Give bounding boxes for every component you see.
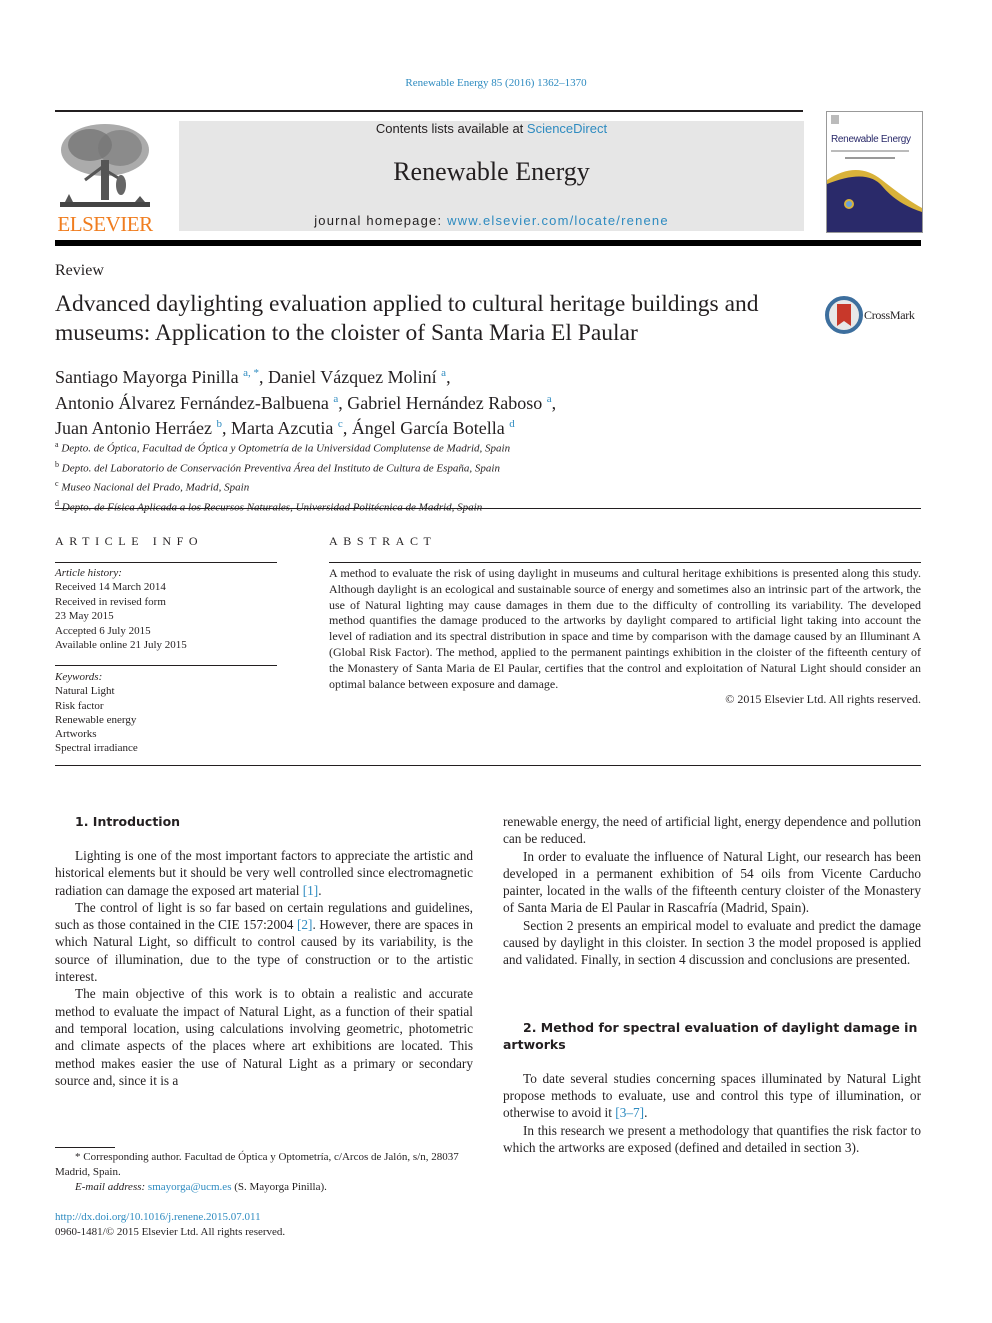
keywords-rule [55, 665, 277, 666]
keyword-item: Renewable energy [55, 713, 137, 726]
history-item: Accepted 6 July 2015 [55, 624, 151, 637]
abstract-rule [329, 562, 921, 563]
author[interactable]: Juan Antonio Herráez b [55, 418, 222, 438]
author-list: Santiago Mayorga Pinilla a, *, Daniel Vá… [55, 367, 557, 438]
journal-homepage: journal homepage: www.elsevier.com/locat… [179, 213, 804, 228]
article-info-rule [55, 562, 277, 563]
affiliation-item: c Museo Nacional del Prado, Madrid, Spai… [55, 479, 250, 494]
section-heading-introduction: 1. Introduction [75, 814, 181, 829]
section-divider [55, 508, 921, 509]
doi-block: http://dx.doi.org/10.1016/j.renene.2015.… [55, 1210, 475, 1240]
history-item: Received in revised form [55, 595, 166, 608]
doi-link[interactable]: http://dx.doi.org/10.1016/j.renene.2015.… [55, 1210, 475, 1225]
history-item: 23 May 2015 [55, 610, 114, 623]
keywords-list: Keywords: Natural Light Risk factor Rene… [55, 670, 277, 756]
author[interactable]: Daniel Vázquez Moliní a [268, 367, 446, 387]
affiliation-list: a Depto. de Óptica, Facultad de Óptica y… [55, 437, 755, 516]
history-label: Article history: [55, 567, 122, 579]
elsevier-wordmark: ELSEVIER [57, 212, 153, 236]
header-rule [55, 110, 803, 112]
article-type: Review [55, 262, 104, 279]
reference-link[interactable]: [2] [297, 917, 313, 932]
author[interactable]: Marta Azcutia c [231, 418, 343, 438]
email-note: E-mail address: smayorga@ucm.es (S. Mayo… [75, 1181, 327, 1193]
contents-prefix: Contents lists available at [375, 121, 527, 136]
crossmark-button[interactable]: CrossMark [825, 296, 925, 336]
abstract-body: A method to evaluate the risk of using d… [329, 566, 921, 708]
reference-link[interactable]: [1] [303, 883, 319, 898]
reference-link[interactable]: [3–7] [615, 1105, 644, 1120]
paragraph: To date several studies concerning space… [503, 1070, 921, 1121]
paragraph: In this research we present a methodolog… [503, 1122, 921, 1155]
history-item: Received 14 March 2014 [55, 581, 166, 594]
homepage-link[interactable]: www.elsevier.com/locate/renene [447, 213, 669, 228]
affiliation-marker[interactable]: d [509, 418, 515, 430]
footnote-rule [55, 1147, 115, 1148]
homepage-prefix: journal homepage: [314, 213, 448, 228]
journal-masthead: Contents lists available at ScienceDirec… [179, 121, 804, 231]
affiliation-item: a Depto. de Óptica, Facultad de Óptica y… [55, 440, 511, 455]
keyword-item: Artworks [55, 728, 97, 741]
affiliation-item: d Depto. de Física Aplicada a los Recurs… [55, 498, 483, 514]
author[interactable]: Gabriel Hernández Raboso a [347, 393, 551, 413]
author[interactable]: Antonio Álvarez Fernández-Balbuena a [55, 393, 338, 413]
front-matter-end-rule [55, 765, 921, 766]
corresponding-note: * Corresponding author. Facultad de Ópti… [55, 1151, 459, 1178]
abstract-heading: ABSTRACT [329, 534, 437, 548]
crossmark-icon [825, 296, 863, 334]
paragraph-continued: renewable energy, the need of artificial… [503, 814, 921, 847]
article-history: Article history: Received 14 March 2014 … [55, 566, 277, 652]
corresponding-author-footnote: * Corresponding author. Facultad de Ópti… [55, 1150, 475, 1195]
contents-line: Contents lists available at ScienceDirec… [179, 121, 804, 136]
crossmark-label: CrossMark [864, 308, 915, 322]
paragraph: The main objective of this work is to ob… [55, 986, 473, 1088]
cover-title: Renewable Energy [831, 134, 911, 145]
keyword-item: Spectral irradiance [55, 742, 138, 755]
paragraph: Lighting is one of the most important fa… [55, 848, 473, 898]
keyword-item: Risk factor [55, 699, 104, 712]
paragraph: The control of light is so far based on … [55, 899, 473, 985]
header-thick-rule [55, 240, 921, 246]
issn-copyright: 0960-1481/© 2015 Elsevier Ltd. All right… [55, 1226, 286, 1238]
body-column-right: renewable energy, the need of artificial… [503, 813, 921, 1156]
section-heading-method: 2. Method for spectral evaluation of day… [503, 1019, 918, 1052]
keyword-item: Natural Light [55, 685, 115, 698]
body-column-left: 1. Introduction Lighting is one of the m… [55, 813, 473, 1089]
journal-citation-link[interactable]: Renewable Energy 85 (2016) 1362–1370 [0, 77, 992, 89]
journal-cover-thumbnail[interactable]: Renewable Energy [826, 111, 923, 233]
article-title: Advanced daylighting evaluation applied … [55, 291, 759, 346]
paragraph: In order to evaluate the influence of Na… [503, 848, 921, 916]
abstract-copyright: © 2015 Elsevier Ltd. All rights reserved… [725, 692, 921, 707]
paragraph: Section 2 presents an empirical model to… [503, 917, 921, 968]
author[interactable]: Santiago Mayorga Pinilla a, * [55, 367, 259, 387]
article-info-heading: ARTICLE INFO [55, 534, 204, 548]
author[interactable]: Ángel García Botella d [352, 418, 515, 438]
sciencedirect-link[interactable]: ScienceDirect [527, 121, 607, 136]
keywords-label: Keywords: [55, 671, 103, 683]
history-item: Available online 21 July 2015 [55, 639, 187, 652]
affiliation-marker[interactable]: a, * [243, 367, 259, 379]
affiliation-item: b Depto. del Laboratorio de Conservación… [55, 459, 500, 475]
email-link[interactable]: smayorga@ucm.es [148, 1181, 232, 1193]
journal-title: Renewable Energy [393, 157, 590, 186]
abstract-text: A method to evaluate the risk of using d… [329, 566, 921, 691]
